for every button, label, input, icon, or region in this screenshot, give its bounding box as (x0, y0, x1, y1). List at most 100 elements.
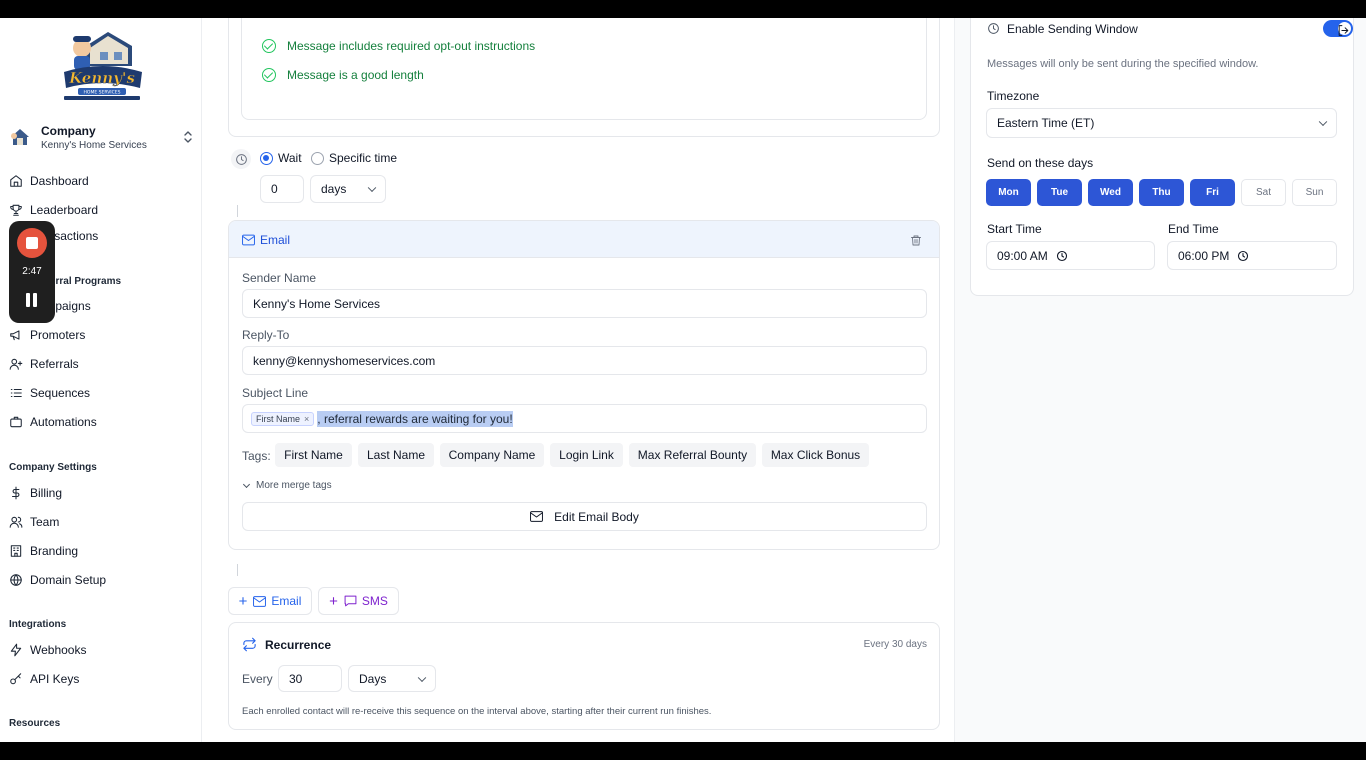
edit-email-body-button[interactable]: Edit Email Body (242, 502, 927, 531)
tag-first-name[interactable]: First Name (275, 443, 352, 467)
day-thu-toggle[interactable]: Thu (1139, 179, 1184, 206)
recurrence-unit-select[interactable]: Days (348, 665, 436, 692)
radio-specific-time[interactable] (311, 151, 324, 165)
svg-text:HOME SERVICES: HOME SERVICES (84, 90, 121, 96)
company-name: Kenny's Home Services (41, 139, 147, 151)
chevron-down-icon (417, 673, 427, 682)
sending-window-card: Enable Sending Window Messages will only… (970, 18, 1354, 296)
stop-recording-button[interactable] (17, 228, 47, 258)
globe-icon (10, 574, 22, 586)
edit-email-body-label: Edit Email Body (554, 509, 639, 524)
clock-icon (988, 23, 999, 34)
sidebar-item-api-keys[interactable]: API Keys (9, 668, 194, 690)
add-email-step-button[interactable]: + Email (228, 587, 312, 615)
sidebar-item-promoters[interactable]: Promoters (9, 324, 194, 346)
check-circle-icon (262, 68, 276, 82)
sidebar-item-label: Webhooks (30, 643, 87, 657)
check-text: Message is a good length (287, 68, 424, 82)
day-mon-toggle[interactable]: Mon (986, 179, 1031, 206)
company-avatar (9, 126, 31, 148)
sidebar-item-label: Referrals (30, 357, 79, 371)
tag-company-name[interactable]: Company Name (440, 443, 544, 467)
day-wed-toggle[interactable]: Wed (1088, 179, 1133, 206)
radio-wait[interactable] (260, 151, 273, 165)
sidebar-item-team[interactable]: Team (9, 511, 194, 533)
logout-icon[interactable] (1337, 24, 1350, 37)
day-sat-toggle[interactable]: Sat (1241, 179, 1286, 206)
tag-max-click-bonus[interactable]: Max Click Bonus (762, 443, 869, 467)
trash-icon[interactable] (910, 234, 922, 247)
delay-amount-input[interactable]: 0 (260, 175, 304, 203)
sidebar-item-label: Billing (30, 486, 63, 500)
check-text: Message includes required opt-out instru… (287, 39, 536, 53)
key-icon (10, 673, 22, 685)
tag-login-link[interactable]: Login Link (550, 443, 623, 467)
end-time-input[interactable]: 06:00 PM (1167, 241, 1337, 270)
trophy-icon (10, 204, 22, 216)
sidebar-item-automations[interactable]: Automations (9, 411, 194, 433)
screen-recorder: 2:47 (9, 221, 55, 323)
sidebar-item-branding[interactable]: Branding (9, 540, 194, 562)
sidebar-item-label: Team (30, 515, 60, 529)
day-tue-toggle[interactable]: Tue (1037, 179, 1082, 206)
sidebar-item-label: Automations (30, 415, 97, 429)
delay-unit-select[interactable]: days (310, 175, 386, 203)
chevron-down-icon (367, 183, 377, 193)
users-icon (9, 516, 23, 528)
message-checks-card: Message includes required opt-out instru… (228, 18, 940, 137)
timezone-select[interactable]: Eastern Time (ET) (986, 108, 1337, 138)
sidebar-item-webhooks[interactable]: Webhooks (9, 639, 194, 661)
delay-wait-option[interactable]: Wait (260, 151, 302, 165)
sidebar-item-billing[interactable]: Billing (9, 482, 194, 504)
delay-specific-option[interactable]: Specific time (311, 151, 397, 165)
sidebar-item-label: Sequences (30, 386, 91, 400)
section-resources: Resources (9, 718, 61, 729)
start-time-input[interactable]: 09:00 AM (986, 241, 1155, 270)
recording-time: 2:47 (22, 266, 42, 277)
chat-icon (344, 595, 357, 607)
sidebar-item-domain-setup[interactable]: Domain Setup (9, 569, 194, 591)
app-frame: Kenny's HOME SERVICES Company Kenny's Ho… (0, 18, 1366, 742)
recurrence-unit-value: Days (359, 671, 387, 686)
more-merge-tags-toggle[interactable]: More merge tags (242, 480, 332, 491)
end-time-label: End Time (1168, 222, 1219, 236)
tag-max-referral-bounty[interactable]: Max Referral Bounty (629, 443, 756, 467)
plus-icon: + (329, 592, 338, 610)
sidebar-item-sequences[interactable]: Sequences (9, 382, 194, 404)
end-time-value: 06:00 PM (1178, 248, 1230, 263)
tag-last-name[interactable]: Last Name (358, 443, 434, 467)
sidebar-item-dashboard[interactable]: Dashboard (9, 170, 194, 192)
email-step-header: Email (229, 221, 939, 258)
company-label: Company (41, 123, 96, 138)
sending-window-title: Enable Sending Window (1007, 22, 1138, 36)
briefcase-icon (10, 416, 22, 428)
sidebar-item-referrals[interactable]: Referrals (9, 353, 194, 375)
add-sms-step-button[interactable]: + SMS (318, 587, 399, 615)
recurrence-interval-input[interactable]: 30 (278, 665, 342, 692)
check-length: Message is a good length (262, 68, 424, 82)
company-switcher[interactable]: Company Kenny's Home Services (9, 122, 194, 152)
home-icon (10, 175, 22, 187)
chip-remove-icon[interactable]: × (304, 414, 309, 424)
merge-tag-chip[interactable]: First Name × (251, 411, 315, 426)
sender-name-input[interactable]: Kenny's Home Services (242, 289, 927, 318)
sidebar-item-leaderboard[interactable]: Leaderboard (9, 199, 194, 221)
sending-window-panel: Enable Sending Window Messages will only… (954, 18, 1366, 742)
sequence-editor: Message includes required opt-out instru… (202, 18, 954, 742)
day-sun-toggle[interactable]: Sun (1292, 179, 1337, 206)
sidebar-item-label: Dashboard (30, 174, 89, 188)
reply-to-input[interactable]: kenny@kennyshomeservices.com (242, 346, 927, 375)
email-step-title: Email (260, 233, 291, 247)
subject-line-input[interactable]: First Name × , referral rewards are wait… (242, 404, 927, 433)
sending-window-description: Messages will only be sent during the sp… (987, 58, 1259, 70)
more-merge-tags-label: More merge tags (256, 480, 332, 491)
chevron-updown-icon (182, 130, 194, 145)
pause-icon[interactable] (26, 293, 38, 307)
day-fri-toggle[interactable]: Fri (1190, 179, 1235, 206)
start-time-value: 09:00 AM (997, 248, 1048, 263)
dollar-icon (11, 486, 20, 500)
wait-label: Wait (278, 151, 302, 165)
bolt-icon (10, 643, 22, 657)
sidebar-item-label: Promoters (30, 328, 86, 342)
subject-line-label: Subject Line (242, 386, 309, 400)
